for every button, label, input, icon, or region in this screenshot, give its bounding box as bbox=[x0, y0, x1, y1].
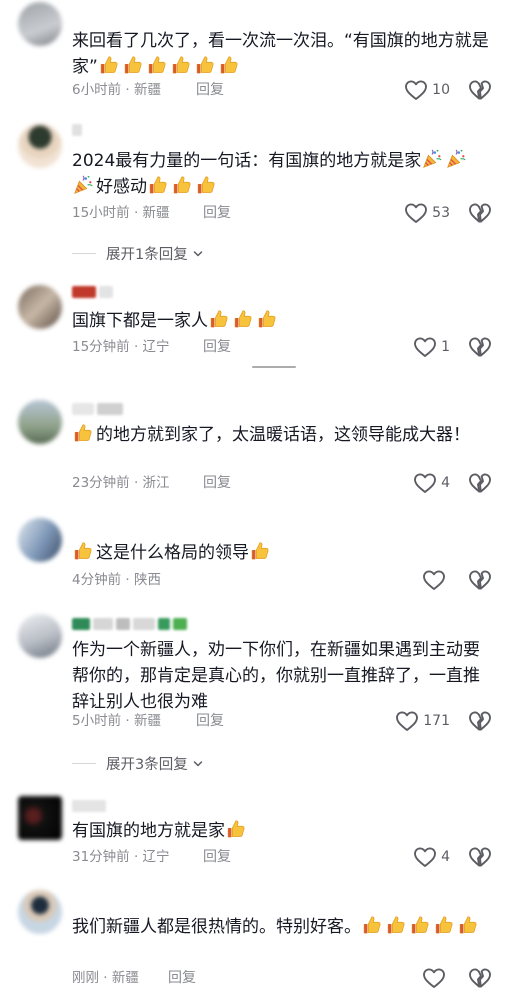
reply-button[interactable]: 回复 bbox=[203, 847, 231, 867]
comment-time-location: 23分钟前 · 浙江 bbox=[72, 475, 170, 491]
avatar[interactable] bbox=[18, 890, 62, 934]
broken-heart-icon[interactable] bbox=[468, 710, 492, 732]
thumbs-up-icon bbox=[385, 914, 407, 936]
broken-heart-icon[interactable] bbox=[468, 336, 492, 358]
comment-time-location: 31分钟前 · 辽宁 bbox=[72, 849, 170, 865]
thumbs-up-icon bbox=[195, 174, 217, 196]
reply-button[interactable]: 回复 bbox=[196, 80, 224, 100]
comment-text: 国旗下都是一家人 bbox=[72, 308, 492, 334]
thumbs-up-icon bbox=[361, 914, 383, 936]
broken-heart-icon[interactable] bbox=[468, 846, 492, 868]
thumbs-up-icon bbox=[170, 54, 192, 76]
comment-time-location: 15分钟前 · 辽宁 bbox=[72, 339, 170, 355]
avatar[interactable] bbox=[18, 400, 62, 444]
nickname-redacted bbox=[72, 800, 106, 814]
heart-icon bbox=[404, 202, 428, 224]
comment-text: 这是什么格局的领导 bbox=[72, 540, 492, 566]
chevron-down-icon bbox=[192, 758, 204, 770]
heart-icon bbox=[422, 569, 446, 591]
nickname-redacted bbox=[72, 618, 187, 632]
heart-icon bbox=[395, 710, 419, 732]
avatar[interactable] bbox=[18, 285, 62, 329]
nickname-redacted bbox=[72, 124, 82, 138]
heart-icon bbox=[413, 472, 437, 494]
emoji-row bbox=[98, 57, 242, 77]
reply-button[interactable]: 回复 bbox=[203, 337, 231, 357]
comment-time-location: 15小时前 · 新疆 bbox=[72, 205, 170, 221]
broken-heart-icon[interactable] bbox=[468, 967, 492, 989]
thumbs-up-icon bbox=[409, 914, 431, 936]
like-count: 4 bbox=[441, 849, 450, 865]
comment-text: 我们新疆人都是很热情的。特别好客。 bbox=[72, 914, 492, 940]
avatar[interactable] bbox=[18, 614, 62, 658]
heart-icon bbox=[422, 967, 446, 989]
thumbs-up-icon bbox=[232, 308, 254, 330]
thumbs-up-icon bbox=[98, 54, 120, 76]
thumbs-up-icon bbox=[208, 308, 230, 330]
like-button[interactable]: 171 bbox=[395, 710, 450, 732]
broken-heart-icon[interactable] bbox=[468, 79, 492, 101]
expand-replies-button[interactable]: 展开3条回复 bbox=[72, 753, 204, 774]
avatar[interactable] bbox=[18, 796, 62, 840]
comment-text: 的地方就到家了，太温暖话语，这领导能成大器！ bbox=[72, 422, 492, 448]
thumbs-up-icon bbox=[147, 174, 169, 196]
comment-time-location: 4分钟前 · 陕西 bbox=[72, 572, 161, 588]
party-popper-icon bbox=[72, 174, 94, 196]
comment-text: 作为一个新疆人，劝一下你们，在新疆如果遇到主动要帮你的，那肯定是真心的，你就别一… bbox=[72, 640, 480, 712]
like-count: 53 bbox=[432, 205, 450, 221]
thumbs-up-icon bbox=[171, 174, 193, 196]
comment-time-location: 6小时前 · 新疆 bbox=[72, 82, 161, 98]
comment-text: 2024最有力量的一句话：有国旗的地方就是家好感动 bbox=[72, 148, 492, 200]
thumbs-up-icon bbox=[249, 540, 271, 562]
thumbs-up-icon bbox=[194, 54, 216, 76]
comment-time-location: 5小时前 · 新疆 bbox=[72, 713, 161, 729]
thumbs-up-icon bbox=[72, 422, 94, 444]
thumbs-up-icon bbox=[72, 540, 94, 562]
broken-heart-icon[interactable] bbox=[468, 569, 492, 591]
thumbs-up-icon bbox=[146, 54, 168, 76]
heart-icon bbox=[413, 336, 437, 358]
comment-text: 有国旗的地方就是家 bbox=[72, 818, 492, 844]
like-button[interactable] bbox=[422, 569, 450, 591]
expand-replies-button[interactable]: 展开1条回复 bbox=[72, 243, 204, 264]
thumbs-up-icon bbox=[122, 54, 144, 76]
thumbs-up-icon bbox=[256, 308, 278, 330]
party-popper-icon bbox=[445, 148, 467, 170]
heart-icon bbox=[413, 846, 437, 868]
thumbs-up-icon bbox=[433, 914, 455, 936]
heart-icon bbox=[404, 79, 428, 101]
broken-heart-icon[interactable] bbox=[468, 202, 492, 224]
nickname-redacted bbox=[72, 286, 113, 300]
like-count: 171 bbox=[423, 713, 450, 729]
broken-heart-icon[interactable] bbox=[468, 472, 492, 494]
comment-time-location: 刚刚 · 新疆 bbox=[72, 970, 139, 986]
like-button[interactable]: 4 bbox=[413, 846, 450, 868]
like-button[interactable]: 1 bbox=[413, 336, 450, 358]
like-button[interactable]: 4 bbox=[413, 472, 450, 494]
party-popper-icon bbox=[421, 148, 443, 170]
like-count: 4 bbox=[441, 475, 450, 491]
divider bbox=[252, 366, 296, 368]
reply-button[interactable]: 回复 bbox=[203, 473, 231, 493]
like-button[interactable] bbox=[422, 967, 450, 989]
reply-button[interactable]: 回复 bbox=[196, 711, 224, 731]
like-button[interactable]: 10 bbox=[404, 79, 450, 101]
thumbs-up-icon bbox=[457, 914, 479, 936]
like-count: 1 bbox=[441, 339, 450, 355]
avatar[interactable] bbox=[18, 2, 62, 46]
avatar[interactable] bbox=[18, 124, 62, 168]
thumbs-up-icon bbox=[225, 818, 247, 840]
reply-button[interactable]: 回复 bbox=[168, 968, 196, 988]
chevron-down-icon bbox=[192, 248, 204, 260]
comment-text: 来回看了几次了，看一次流一次泪。“有国旗的地方就是家” bbox=[72, 31, 489, 77]
like-count: 10 bbox=[432, 82, 450, 98]
reply-button[interactable]: 回复 bbox=[203, 203, 231, 223]
thumbs-up-icon bbox=[218, 54, 240, 76]
like-button[interactable]: 53 bbox=[404, 202, 450, 224]
avatar[interactable] bbox=[18, 518, 62, 562]
nickname-redacted bbox=[72, 403, 123, 417]
